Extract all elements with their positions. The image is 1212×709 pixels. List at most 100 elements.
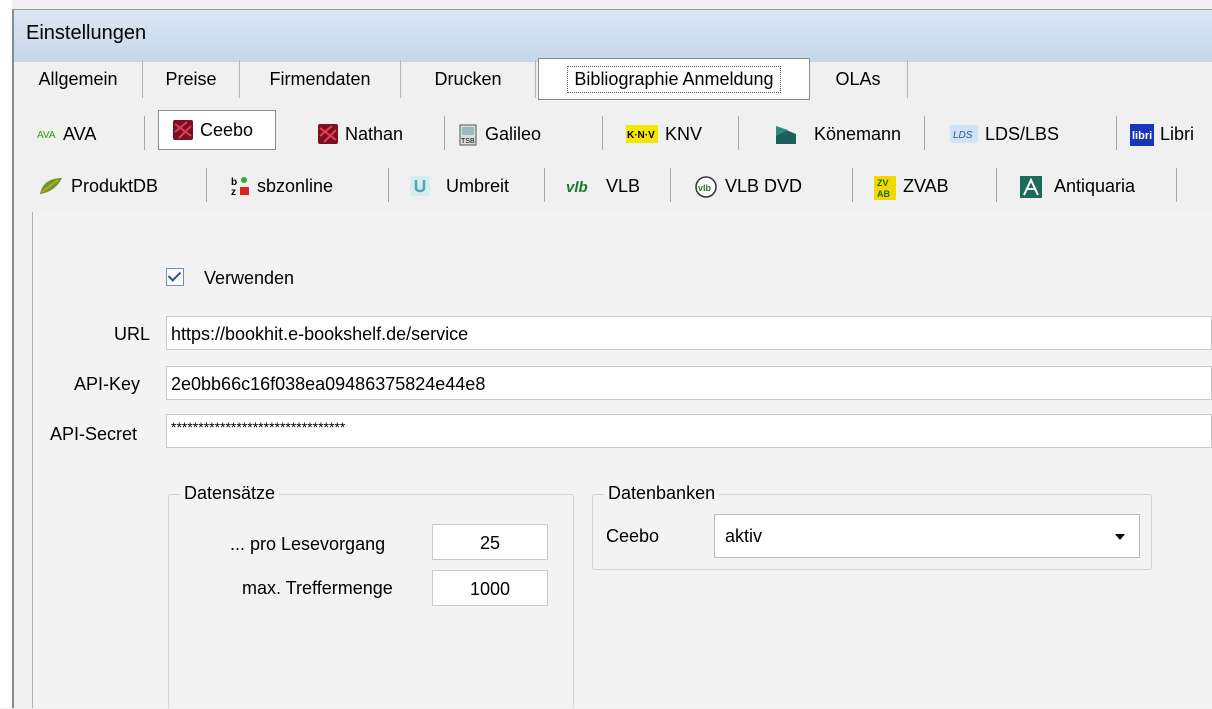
tab-allgemein[interactable]: Allgemein — [14, 60, 143, 98]
separator — [388, 168, 389, 202]
libri-icon: libri — [1130, 124, 1154, 146]
tab-label: Bibliographie Anmeldung — [567, 65, 781, 93]
ava-icon: AVA — [36, 124, 58, 144]
tab-label: Allgemein — [38, 68, 118, 89]
separator — [852, 168, 853, 202]
tab-koenemann[interactable]: Könemann — [776, 114, 901, 154]
tab-label: VLB DVD — [725, 175, 803, 196]
separator — [206, 168, 207, 202]
tab-ceebo[interactable]: Ceebo — [158, 110, 276, 150]
tab-label: Libri — [1160, 123, 1195, 144]
per-read-label: ... pro Lesevorgang — [230, 534, 386, 554]
separator — [738, 116, 739, 150]
tab-label: Umbreit — [446, 175, 510, 196]
separator — [996, 168, 997, 202]
tab-label: AVA — [63, 123, 97, 144]
api-key-field[interactable]: 2e0bb66c16f038ea09486375824e44e8 — [166, 366, 1212, 400]
produktdb-icon — [38, 176, 64, 196]
separator — [144, 116, 145, 150]
tab-label: VLB — [606, 175, 641, 196]
settings-window: Einstellungen Allgemein Preise Firmendat… — [0, 0, 1212, 709]
separator — [602, 116, 603, 150]
tab-umbreit[interactable]: Umbreit — [410, 166, 509, 206]
select-value: aktiv — [725, 526, 763, 546]
max-hits-label: max. Treffermenge — [242, 578, 393, 598]
separator — [1176, 168, 1177, 202]
antiquaria-icon — [1020, 176, 1042, 198]
svg-text:ZV: ZV — [877, 178, 889, 188]
svg-text:z: z — [231, 187, 236, 196]
tab-label: sbzonline — [257, 175, 334, 196]
svg-text:TSB: TSB — [461, 138, 475, 145]
ceebo-icon — [173, 120, 193, 140]
tab-firmendaten[interactable]: Firmendaten — [240, 60, 401, 98]
tab-label: ProduktDB — [71, 175, 159, 196]
svg-text:AB: AB — [877, 189, 890, 199]
datenbanken-title: Datenbanken — [604, 483, 720, 504]
tab-antiquaria[interactable]: Antiquaria — [1020, 166, 1135, 206]
svg-text:AVA: AVA — [37, 130, 56, 141]
tab-label: Firmendaten — [269, 68, 371, 89]
tab-vlb[interactable]: vlb VLB — [566, 166, 640, 206]
umbreit-icon — [410, 176, 430, 196]
panel-border — [32, 212, 33, 708]
separator — [670, 168, 671, 202]
window-title: Einstellungen — [26, 22, 147, 44]
svg-text:LDS: LDS — [953, 130, 973, 141]
datensaetze-title: Datensätze — [180, 483, 280, 504]
vlb-dvd-icon: vlb — [694, 176, 718, 198]
tab-libri[interactable]: libri Libri — [1130, 114, 1194, 154]
provider-tab-strip: AVA AVA Ceebo Nathan TSB Galileo K·N·V K… — [26, 104, 1212, 210]
chevron-down-icon[interactable] — [1115, 534, 1125, 540]
main-tab-strip: Allgemein Preise Firmendaten Drucken Bib… — [14, 58, 1212, 102]
tab-drucken[interactable]: Drucken — [401, 60, 536, 98]
svg-text:vlb: vlb — [566, 179, 588, 196]
tab-label: LDS/LBS — [985, 123, 1060, 144]
tab-label: Galileo — [485, 123, 542, 144]
svg-text:libri: libri — [1132, 130, 1152, 142]
knv-icon: K·N·V — [626, 124, 658, 144]
url-field[interactable]: https://bookhit.e-bookshelf.de/service — [166, 316, 1212, 350]
tab-knv[interactable]: K·N·V KNV — [626, 114, 702, 154]
separator — [444, 116, 445, 150]
separator — [924, 116, 925, 150]
tab-label: Antiquaria — [1054, 175, 1136, 196]
tab-produktdb[interactable]: ProduktDB — [38, 166, 158, 206]
tab-label: Drucken — [434, 68, 502, 89]
tab-bibliographie-anmeldung[interactable]: Bibliographie Anmeldung — [538, 58, 810, 100]
max-hits-field[interactable]: 1000 — [432, 570, 548, 606]
api-secret-field[interactable]: ******************************** — [166, 414, 1212, 448]
tab-label: Preise — [165, 68, 217, 89]
tab-label: KNV — [665, 123, 703, 144]
tab-lds-lbs[interactable]: LDS LDS/LBS — [950, 114, 1059, 154]
database-label: Ceebo — [606, 526, 660, 546]
tab-label: Könemann — [814, 123, 902, 144]
koenemann-icon — [776, 124, 796, 144]
tab-zvab[interactable]: ZV AB ZVAB — [874, 166, 949, 206]
use-checkbox[interactable] — [166, 268, 184, 286]
tab-galileo[interactable]: TSB Galileo — [458, 114, 541, 154]
svg-text:K·N·V: K·N·V — [627, 130, 655, 141]
title-bar — [14, 10, 1212, 62]
vlb-icon: vlb — [566, 176, 600, 196]
nathan-icon — [318, 124, 338, 144]
lds-icon: LDS — [950, 124, 978, 144]
tab-ava[interactable]: AVA AVA — [36, 114, 96, 154]
zvab-icon: ZV AB — [874, 176, 896, 200]
tab-olas[interactable]: OLAs — [809, 60, 908, 98]
tab-nathan[interactable]: Nathan — [318, 114, 403, 154]
separator — [1116, 116, 1117, 150]
tab-sbzonline[interactable]: bz sbzonline — [230, 166, 333, 206]
api-secret-label: API-Secret — [50, 424, 138, 444]
api-key-label: API-Key — [74, 374, 141, 394]
database-status-select[interactable]: aktiv — [714, 514, 1140, 558]
tab-vlb-dvd[interactable]: vlb VLB DVD — [694, 166, 802, 206]
window-left-border — [12, 10, 14, 708]
galileo-icon: TSB — [458, 124, 478, 146]
use-label: Verwenden — [204, 268, 295, 288]
per-read-field[interactable]: 25 — [432, 524, 548, 560]
tab-preise[interactable]: Preise — [143, 60, 240, 98]
url-label: URL — [114, 324, 151, 344]
tab-label: Ceebo — [200, 119, 254, 140]
tab-label: Nathan — [345, 123, 404, 144]
